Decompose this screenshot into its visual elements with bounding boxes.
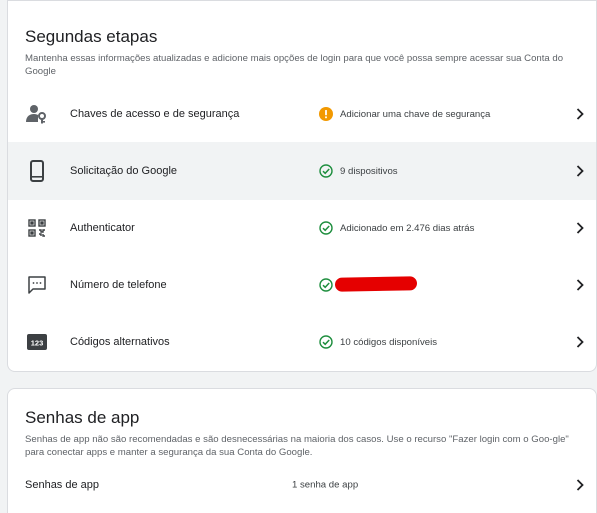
- row-status: Adicionado em 2.476 dias atrás: [319, 221, 474, 235]
- row-backup-codes[interactable]: 123 Códigos alternativos 10 códigos disp…: [8, 313, 596, 371]
- qr-code-icon: [26, 217, 48, 239]
- section-title: Senhas de app: [25, 408, 140, 427]
- chevron-right-icon: [574, 222, 586, 234]
- person-key-icon: [26, 103, 48, 125]
- row-app-passwords[interactable]: Senhas de app 1 senha de app: [8, 465, 596, 505]
- chevron-right-icon: [574, 108, 586, 120]
- redaction-mark: [334, 275, 418, 292]
- status-text: Adicionado em 2.476 dias atrás: [340, 222, 475, 234]
- section-description: Mantenha essas informações atualizadas e…: [25, 53, 564, 77]
- svg-text:123: 123: [31, 338, 44, 347]
- check-circle-icon: [319, 221, 333, 235]
- section-title: Segundas etapas: [25, 27, 158, 46]
- row-status: 1 senha de app: [292, 480, 358, 491]
- status-text: Adicionar uma chave de segurança: [340, 108, 491, 120]
- row-label: Códigos alternativos: [70, 336, 170, 348]
- warning-icon: [319, 107, 333, 121]
- chevron-right-icon: [574, 279, 586, 291]
- row-passkeys[interactable]: Chaves de acesso e de segurança Adiciona…: [8, 85, 596, 143]
- row-google-prompt[interactable]: Solicitação do Google 9 dispositivos: [8, 142, 596, 200]
- row-status: 10 códigos disponíveis: [319, 335, 437, 349]
- section-description: Senhas de app não são recomendadas e são…: [25, 434, 569, 458]
- row-label: Chaves de acesso e de segurança: [70, 108, 240, 120]
- row-phone-number[interactable]: Número de telefone: [8, 256, 596, 314]
- row-authenticator[interactable]: Authenticator Adicionado em 2.476 dias a…: [8, 199, 596, 257]
- status-text: 1 senha de app: [292, 479, 359, 491]
- chevron-right-icon: [574, 336, 586, 348]
- check-circle-icon: [319, 335, 333, 349]
- chevron-right-icon: [574, 479, 586, 491]
- check-circle-icon: [319, 164, 333, 178]
- check-circle-icon: [319, 278, 333, 292]
- row-label: Senhas de app: [25, 479, 100, 491]
- phone-icon: [26, 160, 48, 182]
- row-label: Authenticator: [70, 222, 135, 234]
- status-text: 9 dispositivos: [340, 165, 398, 177]
- chevron-right-icon: [574, 165, 586, 177]
- backup-codes-icon: 123: [26, 331, 48, 353]
- status-text: 10 códigos disponíveis: [340, 336, 438, 348]
- row-label: Número de telefone: [70, 279, 167, 291]
- row-status: Adicionar uma chave de segurança: [319, 107, 490, 121]
- row-status: [319, 275, 418, 292]
- row-label: Solicitação do Google: [70, 165, 178, 177]
- row-status: 9 dispositivos: [319, 164, 398, 178]
- second-steps-card: Segundas etapas Mantenha essas informaçõ…: [7, 0, 597, 372]
- app-passwords-card: Senhas de app Senhas de app não são reco…: [7, 388, 597, 513]
- sms-icon: [26, 274, 48, 296]
